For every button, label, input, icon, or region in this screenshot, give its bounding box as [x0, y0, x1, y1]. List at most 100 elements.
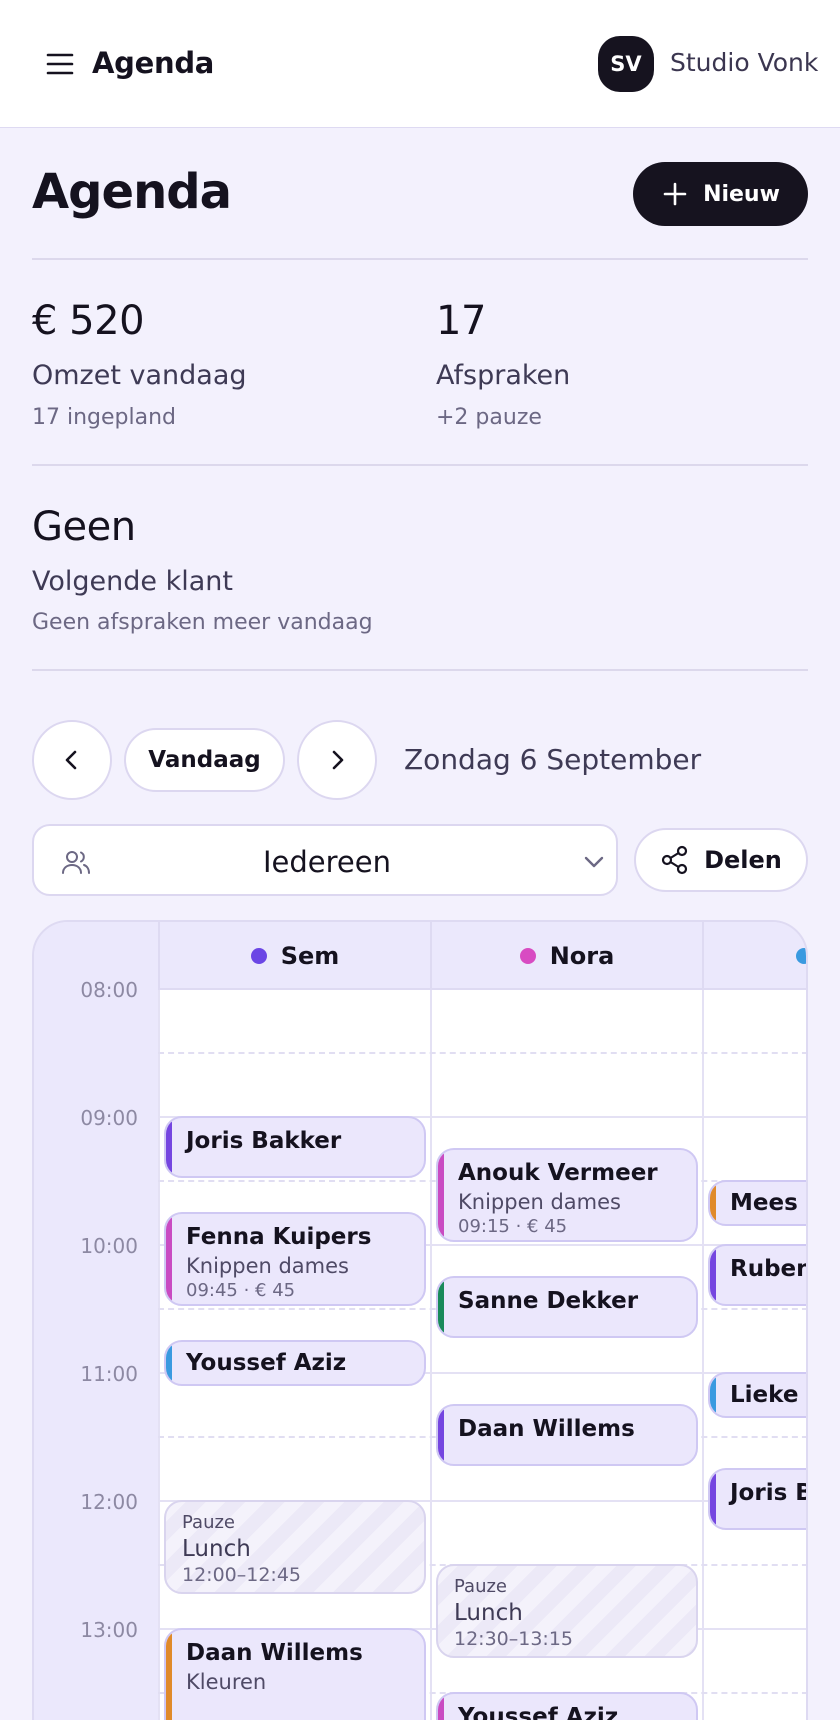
pause-block[interactable]: Pauze Lunch 12:00–12:45	[164, 1500, 426, 1594]
client-name: Youssef Aziz	[186, 1350, 347, 1376]
staff-color-bar	[438, 1278, 444, 1336]
appointment-card[interactable]: Ruben	[708, 1244, 808, 1306]
staff-select-value: Iedereen	[263, 845, 391, 879]
client-name: Youssef Aziz	[458, 1704, 619, 1720]
avatar[interactable]: SV	[598, 36, 654, 92]
staff-header-row: Sem Nora	[158, 922, 806, 990]
share-button[interactable]: Delen	[634, 828, 808, 892]
pause-block[interactable]: Pauze Lunch 12:30–13:15	[436, 1564, 698, 1658]
staff-select[interactable]: Iedereen	[32, 824, 618, 896]
column-divider	[430, 990, 432, 1720]
staff-column-header[interactable]: Sem	[158, 922, 430, 990]
service-name: Knippen dames	[186, 1254, 349, 1278]
staff-name: Nora	[549, 942, 615, 970]
pause-label: Lunch	[182, 1536, 251, 1562]
divider	[32, 669, 808, 671]
column-divider	[702, 990, 704, 1720]
pause-kind: Pauze	[182, 1512, 236, 1533]
staff-color-bar	[166, 1118, 172, 1176]
next-client-sub: Geen afspraken meer vandaag	[32, 610, 373, 635]
staff-color-bar	[710, 1374, 716, 1416]
client-name: Lieke P	[730, 1382, 806, 1408]
next-client-label: Volgende klant	[32, 566, 233, 597]
pause-time: 12:00–12:45	[182, 1564, 302, 1586]
client-name: Joris Ba	[730, 1480, 806, 1506]
appointment-card[interactable]: Joris Bakker	[164, 1116, 426, 1178]
time-label: 09:00	[80, 1106, 138, 1130]
appointments-label: Afspraken	[436, 360, 571, 391]
staff-color-bar	[166, 1630, 172, 1720]
new-button-label: Nieuw	[703, 181, 780, 207]
appointment-card[interactable]: Anouk Vermeer Knippen dames 09:15 · € 45	[436, 1148, 698, 1242]
staff-color-bar	[438, 1694, 444, 1720]
staff-color-bar	[710, 1246, 716, 1304]
chevron-left-icon	[65, 750, 77, 770]
client-name: Sanne Dekker	[458, 1288, 639, 1314]
calendar-grid: Joris Bakker Fenna Kuipers Knippen dames…	[158, 990, 808, 1720]
appointment-card[interactable]: Fenna Kuipers Knippen dames 09:45 · € 45	[164, 1212, 426, 1306]
staff-color-bar	[438, 1150, 444, 1240]
client-name: Daan Willems	[186, 1640, 363, 1666]
column-divider	[158, 990, 160, 1720]
new-appointment-button[interactable]: Nieuw	[633, 162, 808, 226]
share-icon	[661, 845, 688, 875]
client-name: Ruben	[730, 1256, 808, 1282]
divider	[32, 464, 808, 466]
time-label: 12:00	[80, 1490, 138, 1514]
previous-day-button[interactable]	[32, 720, 112, 800]
service-name: Knippen dames	[458, 1190, 621, 1214]
chevron-down-icon	[584, 856, 604, 868]
page-title: Agenda	[32, 164, 232, 220]
appointment-card[interactable]: Daan Willems Kleuren	[164, 1628, 426, 1720]
appointment-card[interactable]: Sanne Dekker	[436, 1276, 698, 1338]
today-button[interactable]: Vandaag	[124, 728, 285, 792]
time-label: 11:00	[80, 1362, 138, 1386]
staff-color-bar	[710, 1182, 716, 1224]
revenue-label: Omzet vandaag	[32, 360, 247, 391]
studio-name[interactable]: Studio Vonk	[670, 48, 818, 77]
day-calendar: 08:00 09:00 10:00 11:00 12:00 13:00 Sem …	[32, 920, 808, 1720]
staff-color-dot	[519, 948, 536, 964]
appointments-value: 17	[436, 298, 486, 344]
service-name: Kleuren	[186, 1670, 267, 1694]
client-name: Fenna Kuipers	[186, 1224, 372, 1250]
staff-column-header[interactable]	[702, 922, 806, 990]
chevron-right-icon	[332, 750, 344, 770]
time-label: 08:00	[80, 978, 138, 1002]
pause-label: Lunch	[454, 1600, 523, 1626]
time-label: 10:00	[80, 1234, 138, 1258]
staff-name: Sem	[280, 942, 340, 970]
appointment-card[interactable]: Youssef Aziz	[164, 1340, 426, 1386]
plus-icon	[663, 182, 687, 206]
client-name: Mees v	[730, 1190, 806, 1216]
half-hour-line	[158, 1052, 806, 1054]
menu-icon[interactable]	[44, 48, 76, 80]
appointments-sub: +2 pauze	[436, 405, 542, 430]
staff-color-dot	[250, 948, 267, 964]
staff-color-dot	[796, 948, 806, 964]
divider	[32, 258, 808, 260]
staff-column-header[interactable]: Nora	[430, 922, 702, 990]
client-name: Anouk Vermeer	[458, 1160, 658, 1186]
staff-color-bar	[438, 1406, 444, 1464]
appointment-card[interactable]: Mees v	[708, 1180, 806, 1226]
client-name: Daan Willems	[458, 1416, 635, 1442]
appointment-card[interactable]: Daan Willems	[436, 1404, 698, 1466]
appointment-meta: 09:15 · € 45	[458, 1216, 568, 1237]
staff-color-bar	[710, 1470, 716, 1528]
next-day-button[interactable]	[297, 720, 377, 800]
revenue-sub: 17 ingepland	[32, 405, 177, 430]
time-label: 13:00	[80, 1618, 138, 1642]
app-title: Agenda	[92, 46, 215, 80]
staff-color-bar	[166, 1342, 172, 1384]
top-bar: Agenda SV Studio Vonk	[0, 0, 840, 128]
appointment-card[interactable]: Lieke P	[708, 1372, 806, 1418]
appointment-meta: 09:45 · € 45	[186, 1280, 296, 1301]
pause-kind: Pauze	[454, 1576, 508, 1597]
share-button-label: Delen	[704, 846, 782, 874]
pause-time: 12:30–13:15	[454, 1628, 574, 1650]
time-column: 08:00 09:00 10:00 11:00 12:00 13:00	[34, 922, 158, 1720]
appointment-card[interactable]: Youssef Aziz	[436, 1692, 698, 1720]
client-name: Joris Bakker	[186, 1128, 342, 1154]
appointment-card[interactable]: Joris Ba	[708, 1468, 806, 1530]
